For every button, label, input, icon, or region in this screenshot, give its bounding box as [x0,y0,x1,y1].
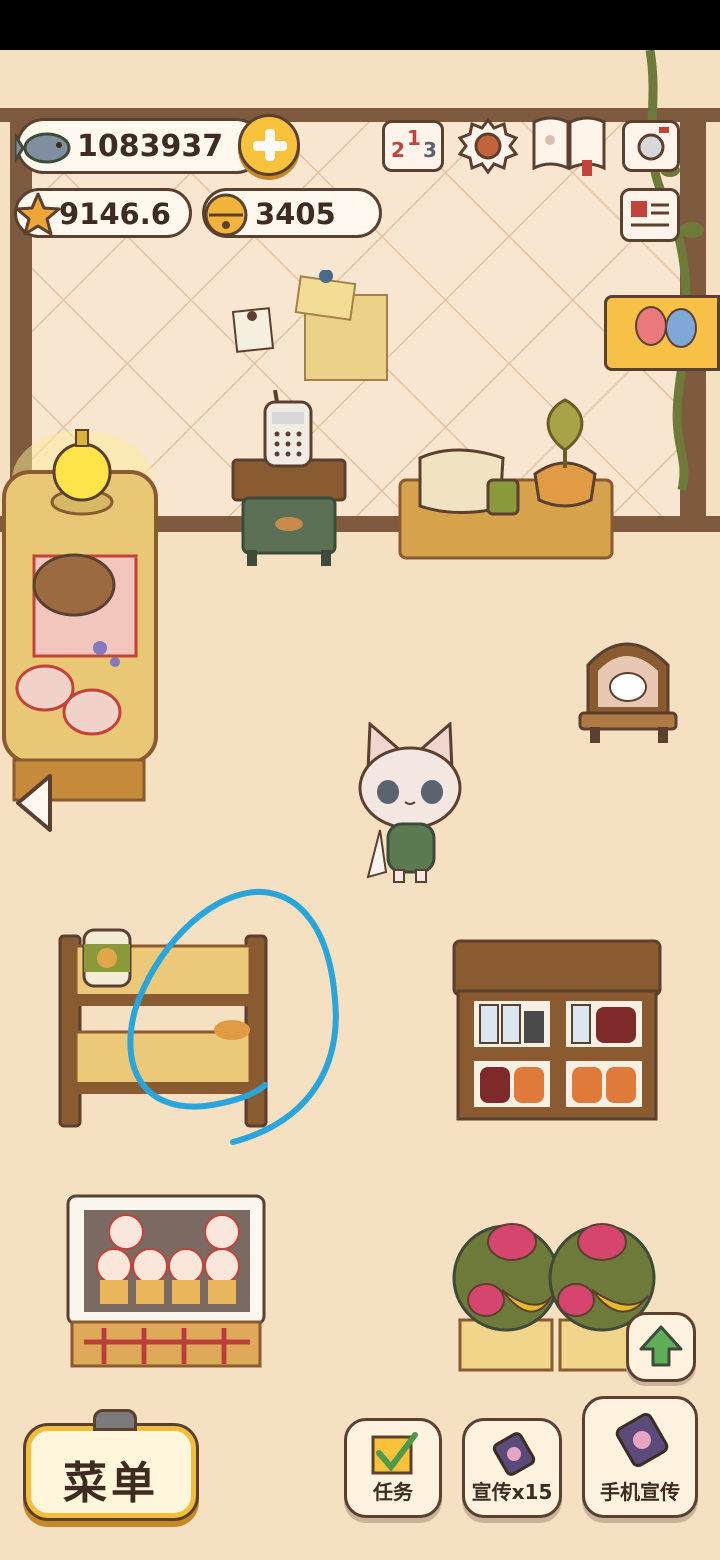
svg-text:1: 1 [407,126,421,150]
clipboard-clip-icon [93,1409,137,1431]
ranking-icon: 2 1 3 [391,126,437,162]
event-banner-button[interactable] [604,295,720,371]
promo-button[interactable]: 宣传x15 [462,1418,562,1518]
profile-card-icon [631,201,669,227]
long-table-with-lamp [2,429,158,802]
book-icon [532,116,606,176]
task-checkbox-icon [371,1432,418,1475]
star-amount: 9146.6 [59,197,171,231]
phone-icon-large [615,1413,669,1467]
bell-icon [201,189,251,246]
vine-decoration [645,50,704,490]
bell-currency-bar: 3405 [202,188,382,238]
camera-icon [637,127,669,161]
phone-promo-button[interactable]: 手机宣传 [582,1396,698,1518]
fish-currency-bar: 1083937 [13,118,264,174]
add-currency-button[interactable] [238,114,300,176]
wall-posters [231,270,388,381]
tasks-label: 任务 [373,1480,413,1504]
promo-label: 宣传x15 [471,1480,553,1504]
drinks-cabinet[interactable] [450,935,665,1125]
star-rating-bar: 9146.6 [14,188,192,238]
plus-icon [253,129,287,161]
menu-button[interactable]: 菜单 [26,1409,196,1518]
annotation-circle [127,888,339,1145]
balloons-icon [635,306,667,346]
svg-text:3: 3 [423,138,437,162]
game-scene: 1083937 9146.6 3405 2 1 3 菜单 任务 宣传x15 手机… [0,50,720,1560]
tasks-button[interactable]: 任务 [344,1418,442,1518]
cat-character[interactable] [350,722,470,887]
menu-button-label: 菜单 [63,1458,159,1509]
cat-frame-stand [578,642,678,743]
icecream-display[interactable] [64,1192,269,1372]
fish-amount: 1083937 [77,129,224,164]
arrow-up-icon [639,1325,683,1367]
star-icon [15,191,61,244]
upgrade-button[interactable] [626,1312,696,1382]
bell-amount: 3405 [255,197,336,231]
phone-promo-label: 手机宣传 [600,1480,680,1504]
balloons-icon-second [665,308,697,348]
fish-icon [13,125,77,179]
back-arrow-button[interactable] [10,770,58,836]
catalog-button[interactable] [530,112,608,178]
svg-text:2: 2 [391,138,405,162]
bench-with-plant [398,398,614,560]
settings-button[interactable] [457,116,519,176]
telephone-table [231,390,347,566]
gear-icon [457,117,519,175]
camera-button[interactable] [622,120,680,172]
phone-icon [492,1432,536,1476]
profile-card-button[interactable] [620,188,680,242]
ranking-button[interactable]: 2 1 3 [382,120,444,172]
arrow-left-icon [16,774,52,832]
